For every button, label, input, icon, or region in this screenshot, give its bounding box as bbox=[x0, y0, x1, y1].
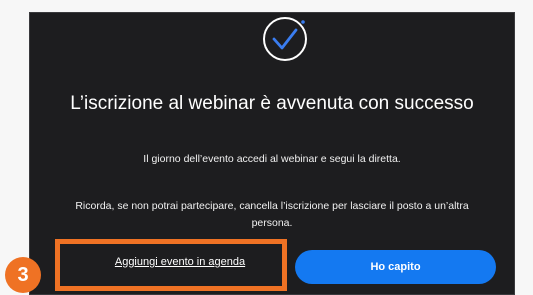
check-circle-icon bbox=[258, 12, 312, 66]
step-number-badge: 3 bbox=[5, 257, 41, 293]
got-it-button[interactable]: Ho capito bbox=[295, 250, 496, 284]
dialog-title: L’iscrizione al webinar è avvenuta con s… bbox=[70, 93, 474, 114]
page-stage: L’iscrizione al webinar è avvenuta con s… bbox=[0, 0, 533, 295]
add-to-calendar-button[interactable]: Aggiungi evento in agenda bbox=[80, 247, 280, 277]
success-dialog: L’iscrizione al webinar è avvenuta con s… bbox=[29, 12, 515, 295]
dialog-message-main: Il giorno dell’evento accedi al webinar … bbox=[143, 153, 401, 165]
dialog-message-reminder: Ricorda, se non potrai partecipare, canc… bbox=[75, 200, 469, 229]
